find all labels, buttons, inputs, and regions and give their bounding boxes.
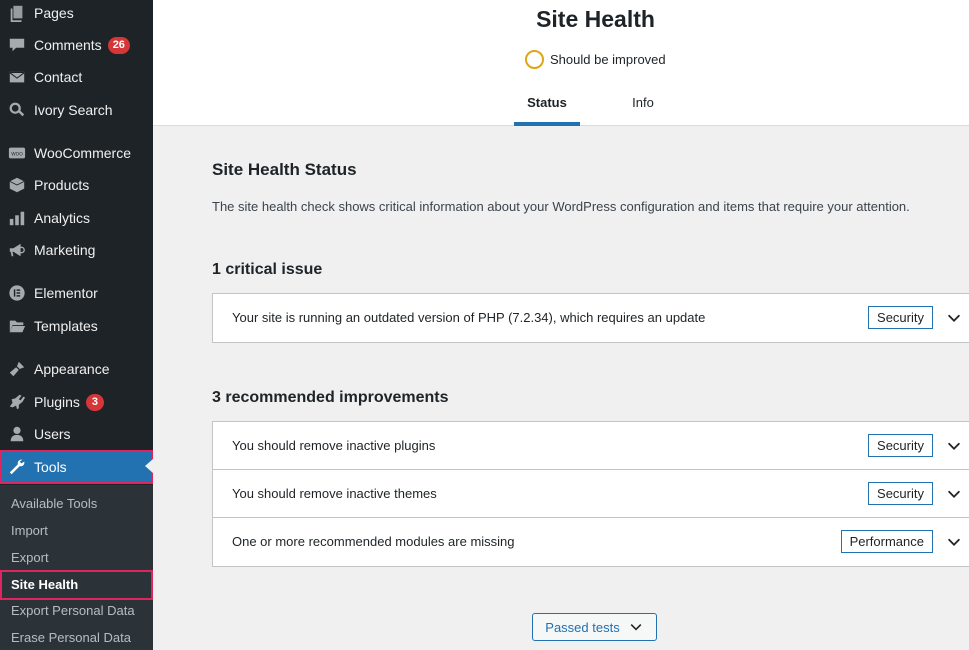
sidebar-item-label: Analytics [34,210,91,226]
status-progress-circle-icon [525,50,544,69]
sidebar-item-label: Templates [34,318,98,334]
sidebar-item-ivory-search[interactable]: Ivory Search [0,94,153,126]
tools-submenu: Available Tools Import Export Site Healt… [0,485,153,650]
sidebar-item-label: Plugins [34,394,80,410]
sidebar-item-label: Contact [34,69,83,85]
active-menu-arrow [145,459,153,473]
tab-status[interactable]: Status [514,88,580,126]
sidebar-item-label: Products [34,177,90,193]
recommended-issues-list: You should remove inactive plugins Secur… [212,421,969,567]
bar-chart-icon [0,209,34,227]
svg-text:WOO: WOO [11,151,23,157]
sidebar-item-plugins[interactable]: Plugins 3 [0,386,153,418]
critical-issues-list: Your site is running an outdated version… [212,293,969,343]
issue-title: You should remove inactive themes [232,486,437,501]
sidebar-item-label: Users [34,426,71,442]
sidebar-item-pages[interactable]: Pages [0,0,153,29]
health-status: Should be improved [525,50,666,69]
sidebar-item-analytics[interactable]: Analytics [0,202,153,234]
woocommerce-icon: WOO [0,144,34,162]
sidebar-item-label: Comments [34,37,102,53]
submenu-item-available-tools[interactable]: Available Tools [0,490,153,517]
elementor-icon [0,284,34,302]
chevron-down-icon[interactable] [945,309,963,327]
comments-icon [0,36,34,54]
sidebar-item-label: Appearance [34,361,110,377]
site-health-header: Site Health Should be improved Status In… [153,0,969,126]
issue-row[interactable]: You should remove inactive themes Securi… [213,470,969,518]
envelope-icon [0,68,34,86]
paintbrush-icon [0,360,34,378]
chevron-down-icon[interactable] [945,437,963,455]
chevron-down-icon[interactable] [945,485,963,503]
issue-row[interactable]: One or more recommended modules are miss… [213,518,969,566]
sidebar-item-elementor[interactable]: Elementor [0,277,153,309]
issue-category-badge: Security [868,482,933,505]
sidebar-item-appearance[interactable]: Appearance [0,353,153,385]
tab-status-label: Status [527,95,567,110]
sidebar-item-users[interactable]: Users [0,418,153,450]
section-heading: Site Health Status [212,160,357,179]
plugin-icon [0,393,34,411]
issue-title: You should remove inactive plugins [232,438,436,453]
sidebar-item-marketing[interactable]: Marketing [0,234,153,266]
sidebar-item-label: Tools [34,459,67,475]
issue-category-badge: Security [868,434,933,457]
tab-info-label: Info [632,95,654,110]
health-status-label: Should be improved [550,52,666,67]
plugins-update-badge: 3 [85,393,104,411]
comments-count-badge: 26 [107,36,130,54]
sidebar-item-products[interactable]: Products [0,169,153,201]
issue-title: Your site is running an outdated version… [232,310,706,325]
admin-sidebar: Pages Comments 26 Contact Ivory Search W… [0,0,153,650]
wrench-icon [0,458,34,476]
sidebar-item-label: Marketing [34,242,96,258]
sidebar-item-label: WooCommerce [34,145,131,161]
submenu-item-import[interactable]: Import [0,517,153,544]
search-icon [0,101,34,119]
section-description: The site health check shows critical inf… [212,199,910,214]
submenu-item-erase-personal-data[interactable]: Erase Personal Data [0,624,153,650]
passed-tests-button[interactable]: Passed tests [532,613,657,641]
sidebar-item-contact[interactable]: Contact [0,61,153,93]
sidebar-item-label: Pages [34,5,74,21]
sidebar-item-comments[interactable]: Comments 26 [0,29,153,61]
sidebar-item-woocommerce[interactable]: WOO WooCommerce [0,137,153,169]
recommended-improvements-heading: 3 recommended improvements [212,389,449,406]
submenu-item-export-personal-data[interactable]: Export Personal Data [0,597,153,624]
passed-tests-label: Passed tests [545,619,620,635]
folder-icon [0,317,34,335]
sidebar-item-label: Ivory Search [34,102,113,118]
tab-info[interactable]: Info [611,88,675,126]
chevron-down-icon[interactable] [945,533,963,551]
issue-category-badge: Security [868,306,933,329]
issue-row[interactable]: You should remove inactive plugins Secur… [213,422,969,470]
sidebar-item-label: Elementor [34,285,98,301]
box-icon [0,176,34,194]
submenu-item-site-health[interactable]: Site Health [0,570,153,600]
megaphone-icon [0,241,34,259]
sidebar-item-templates[interactable]: Templates [0,310,153,342]
submenu-item-export[interactable]: Export [0,544,153,571]
sidebar-item-tools[interactable]: Tools [0,450,153,484]
issue-title: One or more recommended modules are miss… [232,534,515,549]
page-title: Site Health [536,6,655,32]
critical-issues-heading: 1 critical issue [212,261,323,278]
pages-icon [0,4,34,22]
issue-row[interactable]: Your site is running an outdated version… [213,294,969,342]
issue-category-badge: Performance [840,530,933,553]
user-icon [0,425,34,443]
chevron-down-icon [630,624,642,631]
